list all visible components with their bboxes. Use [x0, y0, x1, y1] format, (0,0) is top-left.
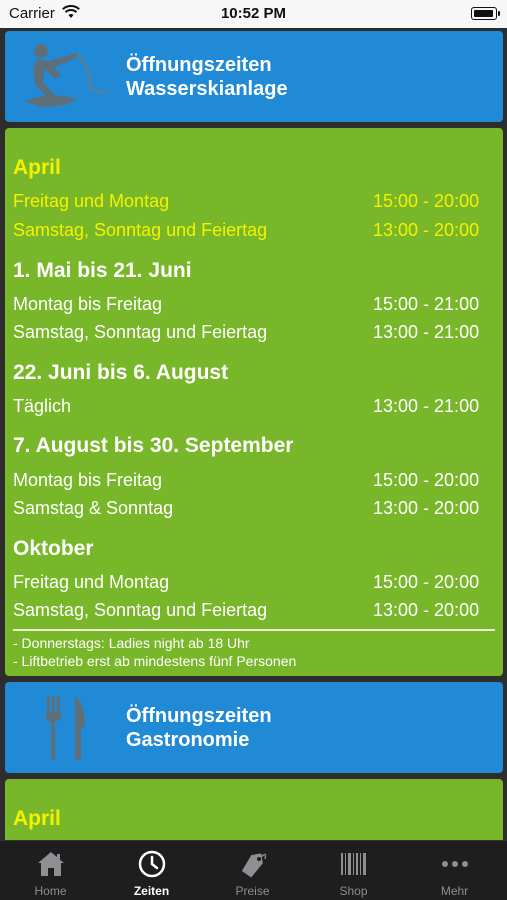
wasserski-title-line2: Wasserskianlage — [126, 78, 288, 100]
gastronomie-title: Öffnungszeiten Gastronomie — [126, 704, 272, 752]
section-title: Oktober — [13, 537, 94, 560]
hours-value: 13:00 - 20:00 — [373, 498, 480, 518]
gastronomie-title-line2: Gastronomie — [126, 729, 250, 751]
house-icon — [35, 849, 67, 879]
barcode-icon — [338, 849, 370, 879]
day-label: Samstag, Sonntag und Feiertag — [13, 220, 268, 240]
section-title: 22. Juni bis 6. August — [13, 361, 229, 384]
tab-home[interactable]: Home — [0, 841, 101, 900]
tab-mehr[interactable]: Mehr — [404, 841, 505, 900]
gastronomie-header: Öffnungszeiten Gastronomie — [5, 682, 503, 773]
tab-bar: Home Zeiten Preise Shop Mehr — [0, 840, 507, 900]
wasserski-title: Öffnungszeiten Wasserskianlage — [126, 53, 288, 101]
wakeboarder-icon — [19, 39, 111, 115]
more-dots-icon — [439, 849, 471, 879]
clock-icon — [136, 849, 168, 879]
hours-value: 13:00 - 21:00 — [373, 322, 480, 342]
wasserski-title-line1: Öffnungszeiten — [126, 54, 272, 76]
tab-preise[interactable]: Preise — [202, 841, 303, 900]
fork-knife-icon — [19, 690, 111, 766]
tab-label: Preise — [235, 884, 270, 898]
tab-zeiten[interactable]: Zeiten — [101, 841, 202, 900]
gastronomie-hours-panel: April — [5, 779, 503, 840]
hours-value: 13:00 - 20:00 — [373, 600, 480, 620]
day-label: Freitag und Montag — [13, 572, 170, 592]
hours-value: 13:00 - 20:00 — [373, 220, 480, 240]
section-title: 1. Mai bis 21. Juni — [13, 259, 192, 282]
wasserski-header: Öffnungszeiten Wasserskianlage — [5, 31, 503, 122]
clock-time: 10:52 PM — [220, 5, 287, 22]
section-title: April — [13, 807, 61, 830]
hours-value: 15:00 - 20:00 — [373, 572, 480, 592]
tab-label: Shop — [339, 884, 368, 898]
hours-value: 15:00 - 20:00 — [373, 470, 480, 490]
gastronomie-title-line1: Öffnungszeiten — [126, 705, 272, 727]
hours-value: 15:00 - 20:00 — [373, 191, 480, 211]
price-tag-icon — [237, 849, 269, 879]
tab-label: Mehr — [440, 884, 469, 898]
day-label: Freitag und Montag — [13, 191, 170, 211]
status-bar: Carrier 10:52 PM — [0, 0, 507, 28]
note-ladies-night: - Donnerstags: Ladies night ab 18 Uhr — [13, 635, 250, 651]
divider — [13, 629, 495, 631]
day-label: Montag bis Freitag — [13, 294, 163, 314]
day-label: Täglich — [13, 396, 72, 416]
battery-icon — [471, 7, 500, 20]
wasserski-hours-panel: April Freitag und Montag 15:00 - 20:00 S… — [5, 128, 503, 676]
day-label: Samstag, Sonntag und Feiertag — [13, 600, 268, 620]
note-lift-minimum: - Liftbetrieb erst ab mindestens fünf Pe… — [13, 653, 297, 669]
day-label: Montag bis Freitag — [13, 470, 163, 490]
day-label: Samstag & Sonntag — [13, 498, 174, 518]
content-scroll[interactable]: Öffnungszeiten Wasserskianlage April Fre… — [0, 28, 507, 840]
tab-label: Home — [34, 884, 67, 898]
hours-value: 13:00 - 21:00 — [373, 396, 480, 416]
hours-value: 15:00 - 21:00 — [373, 294, 480, 314]
section-title: 7. August bis 30. September — [13, 434, 294, 457]
tab-shop[interactable]: Shop — [303, 841, 404, 900]
tab-label: Zeiten — [133, 884, 170, 898]
day-label: Samstag, Sonntag und Feiertag — [13, 322, 268, 342]
section-title: April — [13, 156, 61, 179]
